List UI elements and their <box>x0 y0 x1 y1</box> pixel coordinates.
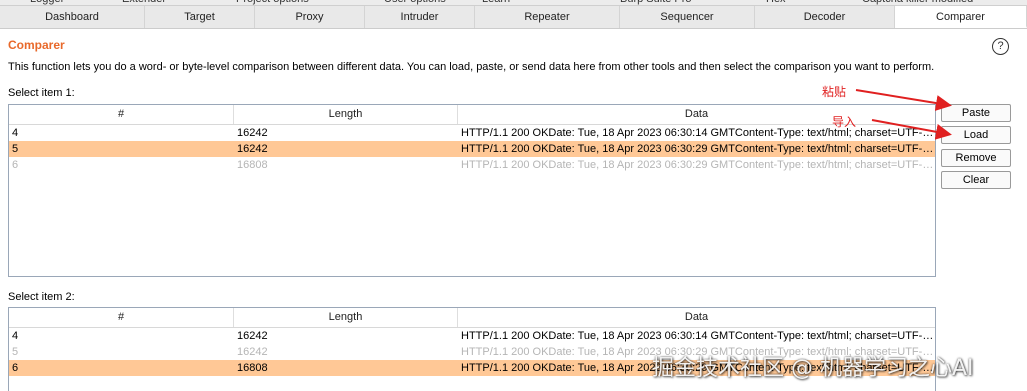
tab-dashboard[interactable]: Dashboard <box>0 6 145 28</box>
col-data-header[interactable]: Data <box>458 105 935 124</box>
table-row[interactable]: 5 16242 HTTP/1.1 200 OKDate: Tue, 18 Apr 2… <box>9 141 935 157</box>
main-tab-bar: Dashboard Target Proxy Intruder Repeater Sequ… <box>0 6 1027 29</box>
row-number: 6 <box>12 159 19 171</box>
top-tab[interactable]: Captcha killer modified <box>862 0 973 5</box>
page-title: Comparer <box>8 38 65 52</box>
table-row[interactable]: 6 16808 HTTP/1.1 200 OKDate: Tue, 18 Apr 2… <box>9 157 935 173</box>
item2-table-header: # Length Data <box>9 308 935 328</box>
item1-table-header: # Length Data <box>9 105 935 125</box>
load-annotation: 导入 <box>832 115 857 129</box>
top-tab[interactable]: Logger <box>30 0 64 5</box>
row-length: 16242 <box>237 143 268 155</box>
top-tab[interactable]: Extender <box>122 0 166 5</box>
tab-sequencer[interactable]: Sequencer <box>620 6 755 28</box>
page-description: This function lets you do a word- or byt… <box>8 61 935 73</box>
paste-button[interactable]: Paste <box>941 104 1011 122</box>
paste-annotation: 粘贴 <box>822 85 847 99</box>
remove-button[interactable]: Remove <box>941 149 1011 167</box>
row-data: HTTP/1.1 200 OKDate: Tue, 18 Apr 2023 06… <box>461 127 935 139</box>
item1-rows: 4 16242 HTTP/1.1 200 OKDate: Tue, 18 Apr 2… <box>9 125 935 173</box>
row-data: HTTP/1.1 200 OKDate: Tue, 18 Apr 2023 06… <box>461 330 935 342</box>
table-row[interactable]: 4 16242 HTTP/1.1 200 OKDate: Tue, 18 Apr 2… <box>9 328 935 344</box>
col-num-header[interactable]: # <box>9 308 234 327</box>
load-button[interactable]: Load <box>941 126 1011 144</box>
row-length: 16808 <box>237 362 268 374</box>
row-number: 5 <box>12 346 19 358</box>
clear-button[interactable]: Clear <box>941 171 1011 189</box>
row-length: 16242 <box>237 346 268 358</box>
top-tab[interactable]: User options <box>384 0 446 5</box>
watermark: 掘金技术社区 @ 机器学习之心AI <box>652 356 974 381</box>
tab-decoder[interactable]: Decoder <box>755 6 895 28</box>
row-number: 4 <box>12 127 19 139</box>
row-length: 16242 <box>237 330 268 342</box>
col-length-header[interactable]: Length <box>234 308 458 327</box>
top-tab[interactable]: Burp Suite Pro <box>620 0 692 5</box>
top-tab[interactable]: Project options <box>236 0 309 5</box>
tab-repeater[interactable]: Repeater <box>475 6 620 28</box>
row-number: 4 <box>12 330 19 342</box>
tab-intruder[interactable]: Intruder <box>365 6 475 28</box>
tab-comparer[interactable]: Comparer <box>895 6 1027 28</box>
item1-label: Select item 1: <box>8 87 75 99</box>
item1-table[interactable]: # Length Data 4 16242 HTTP/1.1 200 OKDate:… <box>8 104 936 277</box>
top-tab[interactable]: Learn <box>482 0 510 5</box>
table-row[interactable]: 4 16242 HTTP/1.1 200 OKDate: Tue, 18 Apr 2… <box>9 125 935 141</box>
row-number: 6 <box>12 362 19 374</box>
col-num-header[interactable]: # <box>9 105 234 124</box>
paste-arrow <box>855 89 952 111</box>
col-length-header[interactable]: Length <box>234 105 458 124</box>
help-icon[interactable]: ? <box>992 38 1009 55</box>
row-number: 5 <box>12 143 19 155</box>
row-data: HTTP/1.1 200 OKDate: Tue, 18 Apr 2023 06… <box>461 143 935 155</box>
tab-proxy[interactable]: Proxy <box>255 6 365 28</box>
tab-target[interactable]: Target <box>145 6 255 28</box>
row-data: HTTP/1.1 200 OKDate: Tue, 18 Apr 2023 06… <box>461 159 935 171</box>
row-length: 16808 <box>237 159 268 171</box>
col-data-header[interactable]: Data <box>458 308 935 327</box>
item2-label: Select item 2: <box>8 291 75 303</box>
top-tab[interactable]: Hex <box>766 0 786 5</box>
row-length: 16242 <box>237 127 268 139</box>
